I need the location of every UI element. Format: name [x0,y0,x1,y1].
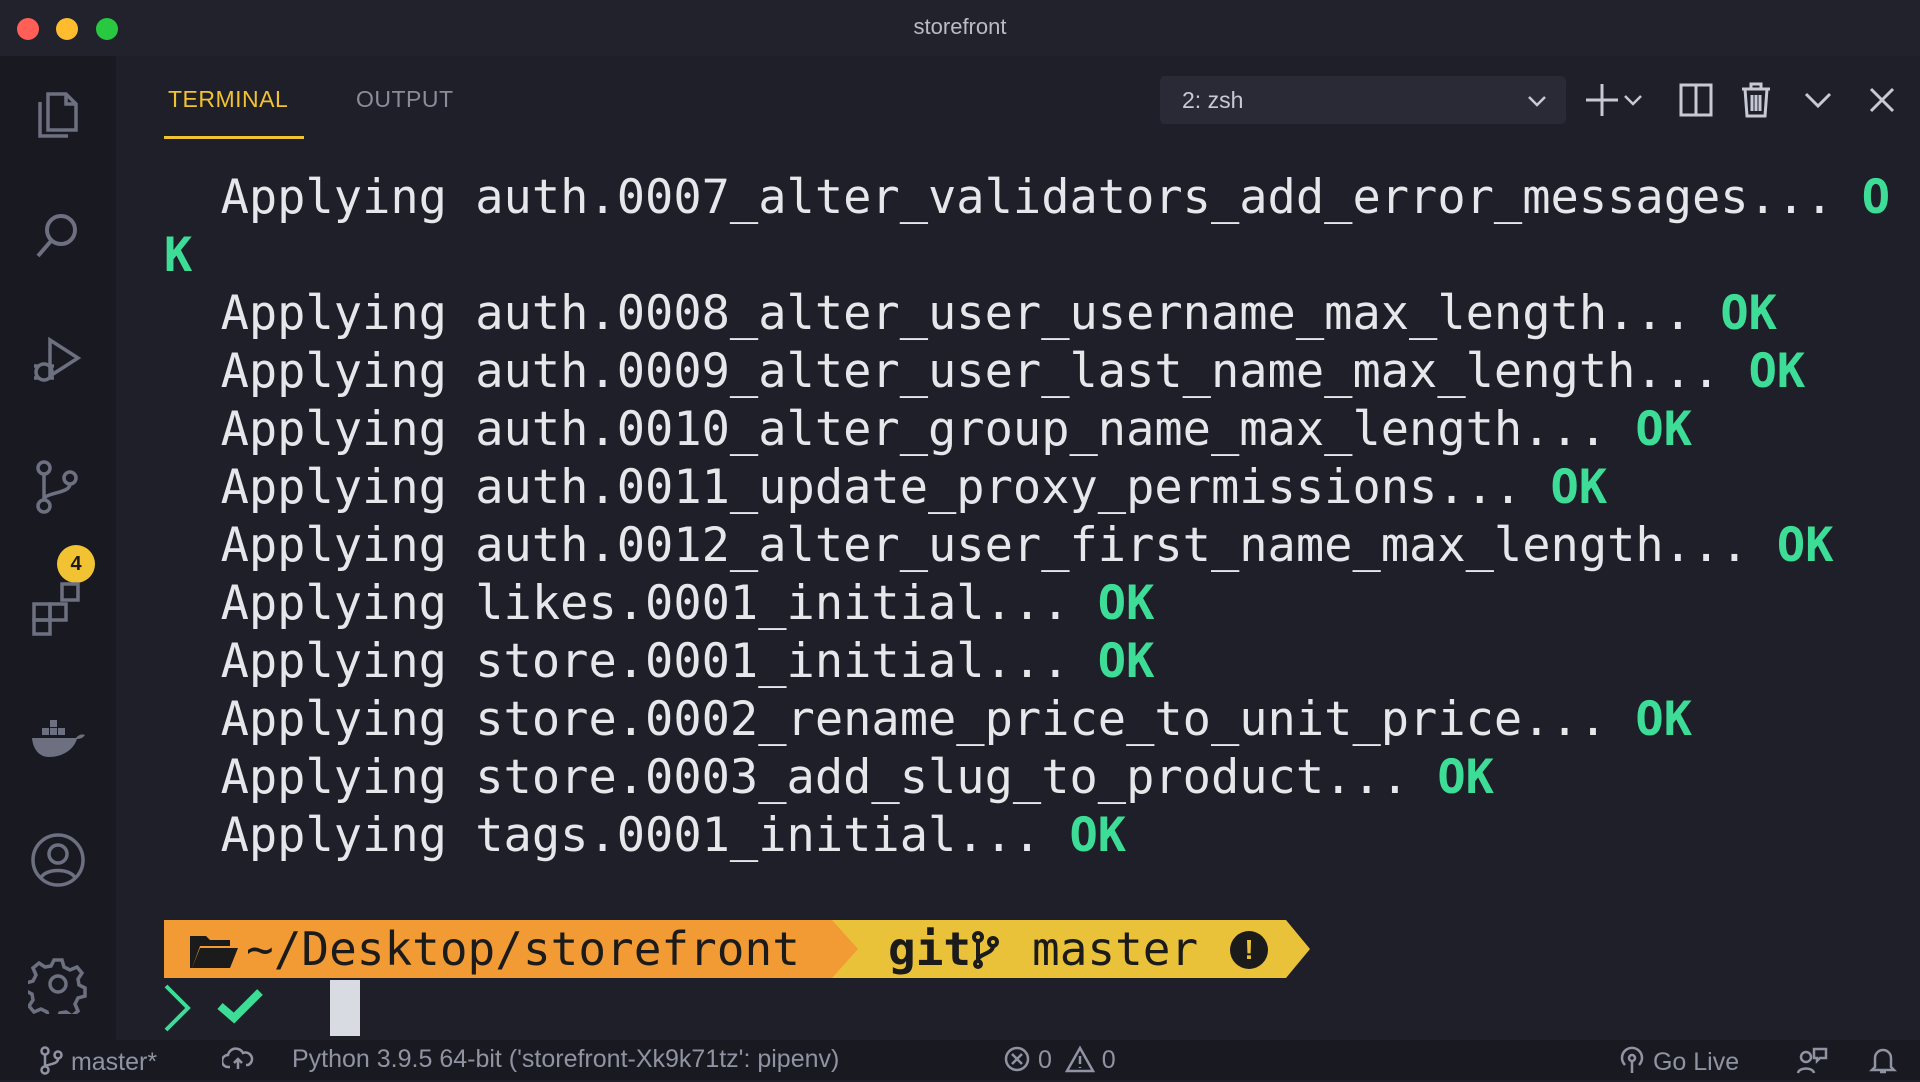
broadcast-icon [1620,1046,1644,1073]
source-control-icon[interactable] [28,456,88,516]
check-icon [216,986,264,1030]
chevron-down-icon [1526,90,1548,116]
notifications-bell-icon[interactable] [1868,1045,1898,1082]
prompt-path-segment: ~/Desktop/storefront [164,920,832,978]
problems-status[interactable]: 0 0 [1003,1045,1116,1075]
status-ok: OK [1550,460,1608,515]
status-ok: OK [1069,808,1127,863]
folder-open-icon [188,930,240,974]
chevron-down-icon[interactable] [1796,78,1840,122]
prompt-path: ~/Desktop/storefront [246,922,800,976]
status-ok: O [1861,170,1891,225]
prompt-separator [832,920,858,978]
terminal-line: Applying auth.0012_alter_user_first_name… [164,518,1834,573]
terminal-line: Applying auth.0010_alter_group_name_max_… [164,402,1693,457]
trash-icon[interactable] [1734,78,1778,122]
prompt-status-mark: ! [1244,934,1254,965]
terminal-selector-value: 2: zsh [1182,87,1244,113]
status-ok: OK [1635,692,1693,747]
python-interpreter[interactable]: Python 3.9.5 64-bit ('storefront-Xk9k71t… [292,1045,839,1074]
window-title: storefront [913,14,1007,39]
warning-count: 0 [1101,1046,1116,1074]
terminal-line: Applying store.0002_rename_price_to_unit… [164,692,1693,747]
terminal-line: Applying auth.0011_update_proxy_permissi… [164,460,1608,515]
status-ok: OK [1097,634,1155,689]
sync-cloud-icon[interactable] [220,1045,254,1080]
search-icon[interactable] [28,206,88,266]
error-icon [1004,1046,1030,1072]
extensions-icon[interactable] [28,578,88,638]
feedback-icon[interactable] [1796,1045,1828,1082]
terminal-line: Applying tags.0001_initial... OK [164,808,1127,863]
terminal-cursor[interactable] [330,980,360,1036]
git-branch-status[interactable]: master* [38,1045,157,1077]
docker-icon[interactable] [28,706,88,766]
add-terminal-icon[interactable] [1580,78,1624,122]
terminal-line: K [164,227,192,285]
warning-icon [1064,1045,1095,1073]
terminal-line: Applying auth.0008_alter_user_username_m… [164,286,1777,341]
active-tab-indicator [164,136,304,139]
go-live-label: Go Live [1652,1048,1740,1076]
terminal-line: Applying store.0003_add_slug_to_product.… [164,750,1494,805]
run-debug-icon[interactable] [28,330,88,390]
prompt-branch: master [1032,922,1199,976]
error-count: 0 [1037,1046,1052,1074]
prompt-git-segment: git master ! [832,920,1286,978]
terminal-line: Applying auth.0009_alter_user_last_name_… [164,344,1806,399]
branch-icon [970,930,1000,974]
status-ok: OK [1748,344,1806,399]
terminal-line: Applying likes.0001_initial... OK [164,576,1155,631]
branch-label: master* [70,1048,158,1076]
terminal-selector[interactable]: 2: zsh [1160,76,1566,124]
status-ok: K [164,228,193,283]
tab-terminal[interactable]: TERMINAL [168,86,288,113]
status-ok: OK [1097,576,1155,631]
prompt-vcs: git [888,922,972,976]
status-bar: master* Python 3.9.5 64-bit ('storefront… [0,1040,1920,1080]
split-terminal-icon[interactable] [1674,78,1718,122]
terminal-line: Applying auth.0007_alter_validators_add_… [164,170,1891,225]
warning-circle-icon: ! [1230,931,1268,969]
activity-bar: 4 [0,56,116,1040]
title-bar: storefront [0,0,1920,56]
accounts-icon[interactable] [28,830,88,890]
terminal-line: Applying store.0001_initial... OK [164,634,1155,689]
status-ok: OK [1635,402,1693,457]
explorer-icon[interactable] [28,84,88,144]
dropdown-icon[interactable] [1620,78,1646,122]
prompt-chevron-icon [160,980,194,1040]
status-ok: OK [1437,750,1494,805]
status-ok: OK [1720,286,1777,341]
close-icon[interactable] [1860,78,1904,122]
prompt-separator [1286,920,1310,978]
go-live-button[interactable]: Go Live [1618,1045,1739,1077]
tab-output[interactable]: OUTPUT [356,86,454,113]
status-ok: OK [1776,518,1834,573]
settings-gear-icon[interactable] [24,954,88,1021]
